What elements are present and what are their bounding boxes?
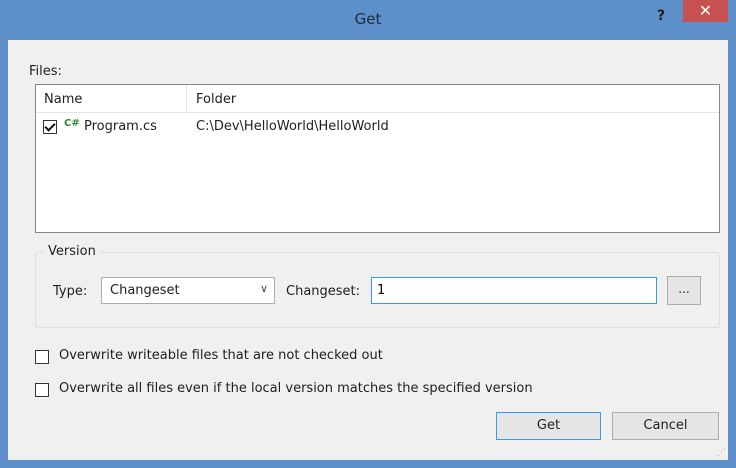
title-bar[interactable]: Get ? ✕: [0, 0, 736, 40]
column-separator[interactable]: [186, 85, 187, 112]
help-button[interactable]: ?: [652, 8, 670, 26]
list-item[interactable]: C# Program.cs C:\Dev\HelloWorld\HelloWor…: [36, 116, 719, 138]
version-group-title: Version: [44, 244, 100, 259]
list-header: Name Folder: [36, 85, 719, 113]
changeset-input[interactable]: [371, 277, 657, 304]
browse-button[interactable]: ...: [667, 276, 701, 305]
overwrite-all-label[interactable]: Overwrite all files even if the local ve…: [59, 381, 533, 396]
file-name: Program.cs: [84, 119, 157, 134]
file-checkbox[interactable]: [43, 120, 57, 134]
resize-grip-icon[interactable]: ⋰: [717, 448, 726, 458]
chevron-down-icon[interactable]: ∨: [260, 282, 268, 295]
get-button[interactable]: Get: [496, 412, 601, 440]
overwrite-writeable-label[interactable]: Overwrite writeable files that are not c…: [59, 348, 383, 363]
cancel-button[interactable]: Cancel: [612, 412, 719, 440]
get-dialog: Get ? ✕ Files: Name Folder C# Program.cs…: [0, 0, 736, 468]
files-label: Files:: [29, 64, 62, 79]
close-button[interactable]: ✕: [683, 0, 728, 22]
csharp-file-icon: C#: [64, 118, 80, 129]
type-label: Type:: [53, 284, 88, 299]
dialog-title: Get: [354, 10, 382, 28]
type-select-value: Changeset: [110, 283, 180, 298]
column-header-name[interactable]: Name: [44, 92, 82, 107]
files-list[interactable]: Name Folder C# Program.cs C:\Dev\HelloWo…: [35, 84, 720, 233]
overwrite-writeable-checkbox[interactable]: [35, 350, 49, 364]
file-folder: C:\Dev\HelloWorld\HelloWorld: [196, 119, 389, 134]
overwrite-all-checkbox[interactable]: [35, 383, 49, 397]
column-header-folder[interactable]: Folder: [196, 92, 236, 107]
type-select[interactable]: Changeset ∨: [101, 277, 275, 304]
changeset-label: Changeset:: [286, 284, 361, 299]
